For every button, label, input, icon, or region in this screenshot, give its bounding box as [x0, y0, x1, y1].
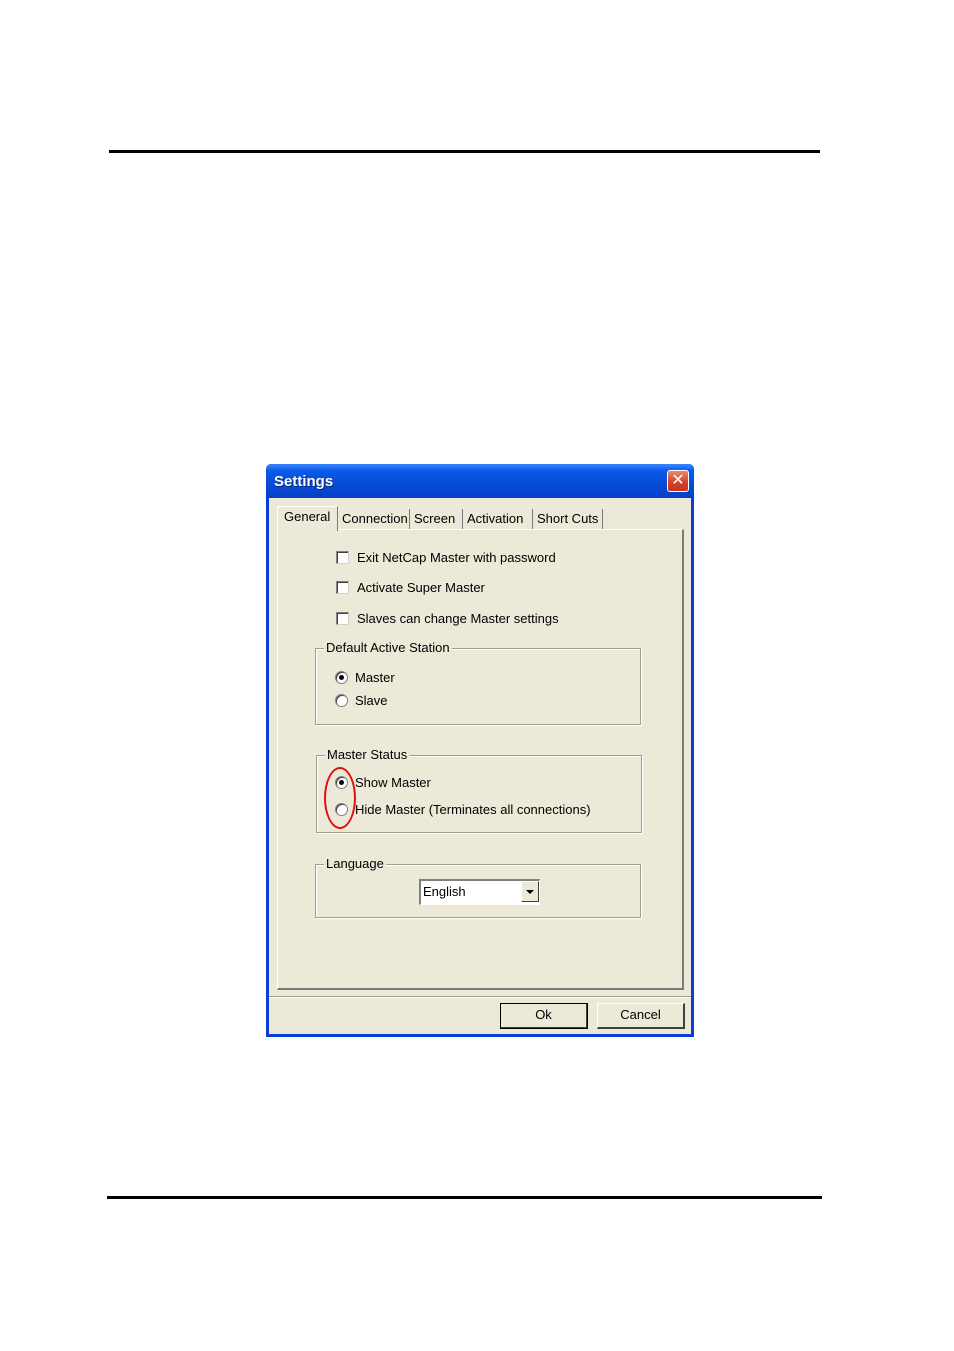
checkbox-label: Slaves can change Master settings: [357, 611, 559, 626]
radio-label: Slave: [355, 693, 388, 708]
checkbox-label: Exit NetCap Master with password: [357, 550, 556, 565]
settings-dialog: Settings ✕ General Connection Screen Act…: [266, 464, 694, 1037]
tab-short-cuts[interactable]: Short Cuts: [533, 509, 603, 530]
title-bar[interactable]: Settings ✕: [266, 464, 694, 498]
tab-general[interactable]: General: [277, 506, 338, 531]
checkbox-box[interactable]: [336, 551, 349, 564]
checkbox-box[interactable]: [336, 581, 349, 594]
language-select-value: English: [423, 884, 466, 899]
radio-button[interactable]: [335, 671, 348, 684]
page-top-rule: [109, 150, 820, 153]
cancel-button[interactable]: Cancel: [597, 1003, 685, 1029]
page-bottom-rule: [107, 1196, 822, 1199]
close-x-icon: ✕: [671, 472, 685, 489]
tab-screen[interactable]: Screen: [410, 509, 463, 530]
checkbox-label: Activate Super Master: [357, 580, 485, 595]
default-active-station-group: Default Active Station Master Slave: [315, 640, 641, 725]
highlight-ellipse-annotation: [324, 767, 356, 829]
tab-connection[interactable]: Connection: [338, 509, 410, 530]
close-button[interactable]: ✕: [667, 470, 689, 492]
radio-label: Hide Master (Terminates all connections): [355, 802, 591, 817]
group-legend: Master Status: [325, 747, 410, 762]
radio-label: Master: [355, 670, 395, 685]
language-select[interactable]: English: [419, 879, 540, 905]
dialog-title: Settings: [274, 473, 334, 490]
dialog-client-area: General Connection Screen Activation Sho…: [269, 498, 691, 1034]
master-status-group: Master Status Show Master Hide Master (T…: [316, 747, 642, 833]
ok-button[interactable]: Ok: [500, 1003, 588, 1029]
tab-activation[interactable]: Activation: [463, 509, 533, 530]
radio-label: Show Master: [355, 775, 431, 790]
language-group: Language English: [315, 856, 641, 918]
group-legend: Default Active Station: [324, 640, 452, 655]
group-legend: Language: [324, 856, 386, 871]
chevron-down-icon[interactable]: [521, 881, 539, 902]
checkbox-box[interactable]: [336, 612, 349, 625]
radio-button[interactable]: [335, 694, 348, 707]
button-separator: [269, 996, 691, 998]
